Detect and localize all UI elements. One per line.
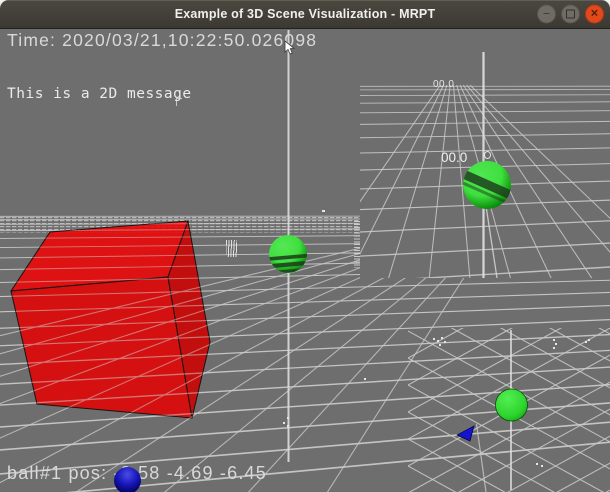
titlebar: Example of 3D Scene Visualization - MRPT… [0, 0, 610, 29]
close-icon: ✕ [590, 9, 598, 19]
window-title: Example of 3D Scene Visualization - MRPT [175, 7, 436, 21]
blue-ball-sphere [114, 467, 141, 492]
grid-corner-label [364, 378, 366, 380]
close-button[interactable]: ✕ [585, 5, 604, 24]
gl-canvas-main-viewport[interactable]: Time: 2020/03/21,10:22:50.026098 This is… [0, 28, 610, 492]
grid-corner-label [553, 339, 555, 341]
inset-edge-tick-marks [354, 221, 360, 268]
inset-axis-label-far: 00.0 [433, 79, 454, 90]
grid-corner-label [585, 341, 587, 343]
axis-tick-mark [322, 210, 325, 212]
minimize-button[interactable]: – [537, 5, 556, 24]
grid-corner-label [536, 463, 538, 465]
axis-tick-mark [484, 151, 491, 159]
maximize-icon [566, 10, 575, 19]
grid-corner-label [433, 338, 435, 340]
axis-label-edge-on [226, 240, 237, 257]
window-controls: – ✕ [537, 5, 604, 24]
minimize-icon: – [543, 9, 549, 20]
mrpt-window: Example of 3D Scene Visualization - MRPT… [0, 0, 610, 492]
inset-axis-label-near: 00.0 [441, 150, 468, 165]
mouse-cursor-icon [284, 40, 296, 61]
message-2d-text: This is a 2D message [7, 86, 192, 102]
axis-tick-mark [283, 422, 285, 424]
time-text: Time: 2020/03/21,10:22:50.026098 [7, 30, 317, 51]
maximize-button[interactable] [561, 5, 580, 24]
